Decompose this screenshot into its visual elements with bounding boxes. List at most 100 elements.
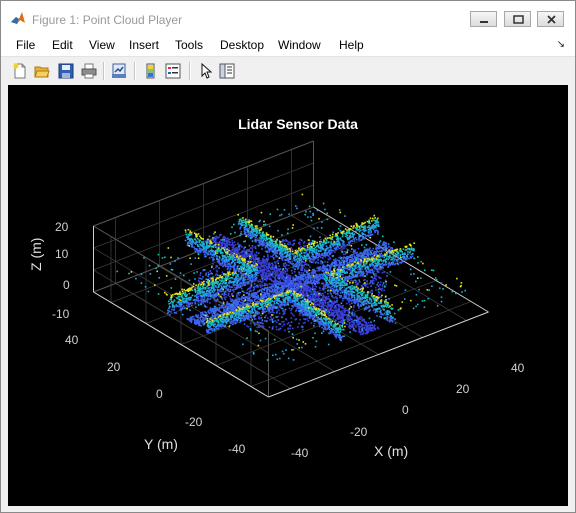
cloud-point [370, 290, 373, 292]
cloud-point [199, 316, 202, 319]
menu-insert[interactable]: Insert [129, 38, 159, 52]
cloud-point [378, 292, 381, 294]
dock-arrow-icon[interactable]: ↘ [557, 39, 565, 50]
cloud-point [320, 297, 323, 300]
cloud-point [381, 289, 383, 292]
cloud-point [234, 288, 237, 291]
cloud-point [277, 259, 279, 262]
cloud-point [207, 310, 209, 313]
save-button[interactable] [56, 61, 76, 81]
cloud-point [363, 252, 365, 255]
cloud-point [170, 294, 173, 297]
cloud-point [322, 303, 325, 306]
cloud-point [360, 325, 363, 327]
open-file-button[interactable] [32, 61, 52, 81]
menu-file[interactable]: File [16, 38, 35, 52]
toolbar-separator [103, 62, 105, 80]
cloud-point [273, 281, 275, 283]
cloud-point [377, 285, 380, 288]
cloud-point [170, 311, 172, 313]
cloud-point [218, 294, 220, 297]
cloud-point [236, 251, 239, 253]
menu-help[interactable]: Help [339, 38, 364, 52]
cloud-point [300, 272, 302, 274]
cloud-point [296, 286, 299, 288]
cloud-point [337, 314, 339, 317]
cloud-point [327, 313, 329, 315]
property-inspector-button[interactable] [217, 61, 237, 81]
cloud-point [240, 287, 243, 290]
cloud-point [239, 278, 242, 281]
cloud-point [338, 260, 341, 263]
cloud-point [316, 291, 319, 293]
cloud-point [253, 322, 255, 325]
cloud-point [206, 299, 209, 302]
cloud-point [258, 269, 261, 272]
cloud-point [224, 276, 227, 278]
cloud-point [206, 292, 208, 294]
cloud-point [238, 299, 241, 301]
cloud-point [290, 317, 293, 319]
maximize-button[interactable] [504, 11, 531, 27]
cloud-point [282, 313, 285, 316]
cloud-point [209, 298, 211, 300]
colorbar-button[interactable] [141, 61, 161, 81]
cloud-point [348, 301, 350, 304]
cloud-point [326, 261, 329, 264]
cloud-point [273, 258, 275, 260]
cloud-point [251, 245, 254, 247]
menu-tools[interactable]: Tools [175, 38, 203, 52]
cloud-point [281, 287, 284, 290]
cloud-point [247, 282, 250, 285]
cloud-point [281, 325, 284, 327]
cloud-point [289, 282, 292, 285]
figure-canvas[interactable]: Lidar Sensor Data 20 10 0 -10 Z (m) 40 2… [8, 85, 568, 506]
cloud-point [204, 288, 207, 290]
cloud-point [258, 289, 261, 292]
cloud-point [234, 244, 237, 246]
cloud-point [229, 280, 232, 283]
cloud-point [315, 276, 317, 278]
cloud-point [233, 300, 236, 303]
cloud-point [218, 285, 220, 287]
cloud-point [264, 243, 266, 245]
cloud-point [208, 277, 210, 280]
cloud-point [341, 300, 344, 302]
axes-3d[interactable] [8, 85, 568, 506]
cloud-point [384, 246, 387, 248]
cloud-point [263, 298, 265, 301]
cloud-point [379, 250, 381, 252]
cloud-point [216, 307, 219, 309]
cloud-point [236, 296, 239, 299]
menu-window[interactable]: Window [278, 38, 321, 52]
cloud-point [185, 295, 188, 298]
menu-desktop[interactable]: Desktop [220, 38, 264, 52]
cloud-point [283, 323, 285, 326]
edit-plot-button[interactable] [196, 61, 216, 81]
cloud-point [202, 280, 205, 283]
new-figure-button[interactable] [10, 61, 30, 81]
cloud-point [194, 291, 197, 293]
cloud-point [358, 281, 361, 283]
cloud-point [259, 297, 262, 299]
cloud-point [290, 309, 292, 312]
close-button[interactable] [537, 11, 564, 27]
print-button[interactable] [79, 61, 99, 81]
cloud-point [263, 269, 266, 271]
cloud-point [286, 323, 289, 325]
link-plot-button[interactable] [109, 61, 129, 81]
legend-button[interactable] [163, 61, 183, 81]
cloud-point [221, 241, 224, 244]
cloud-point [284, 265, 286, 268]
cloud-point [269, 311, 272, 314]
cloud-point [363, 256, 365, 259]
cloud-point [190, 288, 192, 290]
minimize-button[interactable] [470, 11, 497, 27]
menu-edit[interactable]: Edit [52, 38, 73, 52]
cloud-point [345, 281, 348, 284]
cloud-point [267, 266, 270, 269]
cloud-point [355, 284, 358, 287]
menu-view[interactable]: View [89, 38, 115, 52]
cloud-point [222, 290, 224, 292]
cloud-point [253, 273, 256, 276]
